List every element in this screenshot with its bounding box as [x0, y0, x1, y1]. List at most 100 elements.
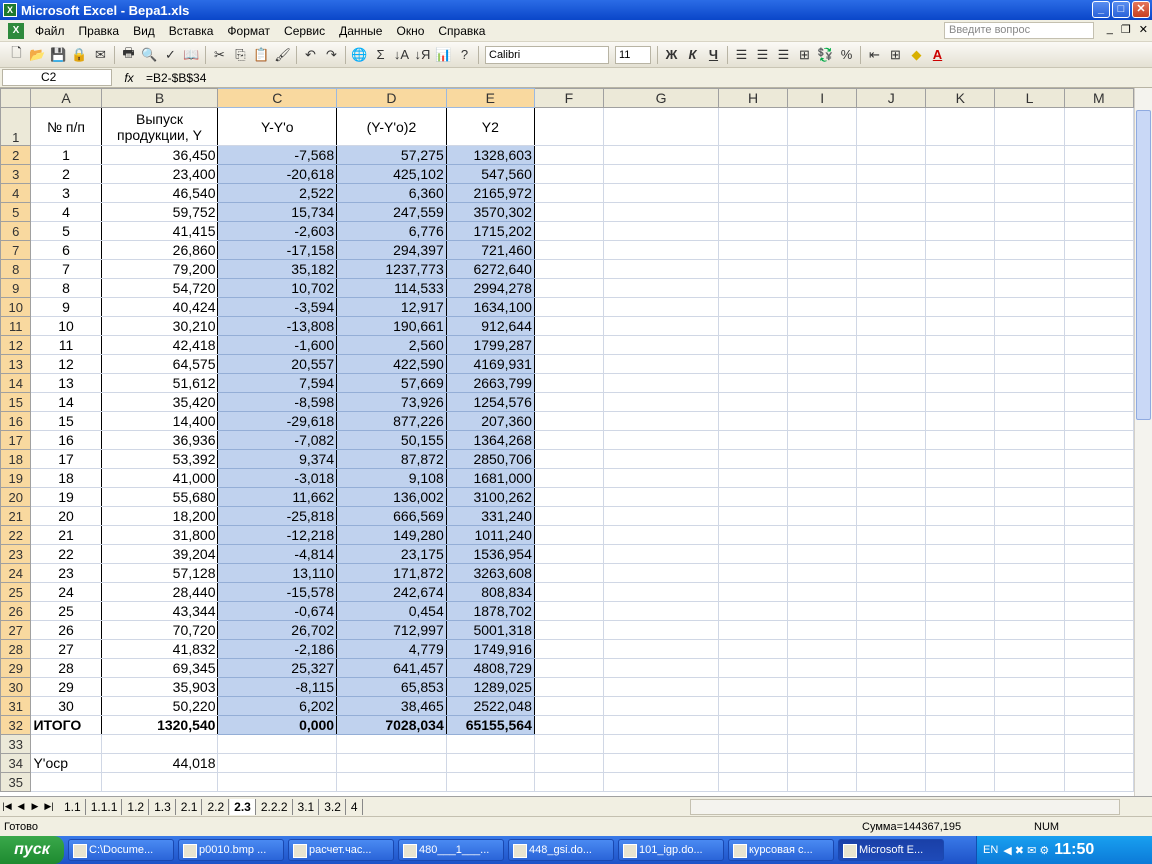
y-squared-cell[interactable]: 2522,048 [445, 696, 535, 716]
cell[interactable] [533, 772, 605, 792]
cell[interactable] [856, 506, 927, 526]
deviation-cell[interactable]: -13,808 [217, 316, 338, 336]
cell[interactable] [603, 734, 719, 754]
cell[interactable] [925, 430, 996, 450]
column-header[interactable]: G [603, 88, 719, 108]
cell[interactable] [856, 753, 927, 773]
cell[interactable] [994, 639, 1065, 659]
cell[interactable] [1063, 696, 1134, 716]
squared-deviation-cell[interactable]: 666,569 [336, 506, 447, 526]
cell[interactable] [994, 107, 1065, 146]
cell[interactable] [787, 449, 858, 469]
cell[interactable] [994, 525, 1065, 545]
cell[interactable] [1063, 544, 1134, 564]
number-cell[interactable]: 15 [30, 411, 102, 431]
spelling-icon[interactable]: ✓ [160, 45, 181, 65]
cell[interactable] [603, 392, 719, 412]
cell[interactable] [1063, 753, 1134, 773]
cell[interactable] [787, 734, 858, 754]
y-squared-cell[interactable]: 207,360 [445, 411, 535, 431]
cell[interactable] [1063, 715, 1134, 735]
row-header[interactable]: 4 [0, 183, 32, 203]
decrease-indent-icon[interactable]: ⇤ [864, 45, 885, 65]
cell[interactable] [1063, 373, 1134, 393]
cell[interactable] [856, 145, 927, 165]
next-sheet-icon[interactable]: ▶ [28, 801, 42, 812]
cell[interactable] [533, 145, 605, 165]
header-cell-y-squared[interactable]: Y2 [445, 107, 535, 146]
cell[interactable] [856, 544, 927, 564]
cell[interactable] [717, 411, 789, 431]
total-squared-deviation-cell[interactable]: 7028,034 [336, 715, 447, 735]
y-squared-cell[interactable]: 3100,262 [445, 487, 535, 507]
permission-icon[interactable]: 🔒 [69, 45, 90, 65]
y-squared-cell[interactable]: 1254,576 [445, 392, 535, 412]
cell[interactable] [925, 601, 996, 621]
cell[interactable] [533, 297, 605, 317]
average-value-cell[interactable]: 44,018 [100, 753, 219, 773]
clock[interactable]: 11:50 [1054, 841, 1094, 859]
cell[interactable] [717, 449, 789, 469]
cell[interactable] [994, 221, 1065, 241]
menu-file[interactable]: Файл [28, 24, 72, 38]
cell[interactable] [1063, 772, 1134, 792]
number-cell[interactable]: 8 [30, 278, 102, 298]
cell[interactable] [787, 411, 858, 431]
cell[interactable] [925, 658, 996, 678]
cell[interactable] [1063, 449, 1134, 469]
squared-deviation-cell[interactable]: 247,559 [336, 202, 447, 222]
cell[interactable] [994, 677, 1065, 697]
cell[interactable] [994, 411, 1065, 431]
cell[interactable] [925, 563, 996, 583]
italic-button[interactable]: К [682, 45, 703, 65]
cell[interactable] [603, 202, 719, 222]
cell[interactable] [603, 278, 719, 298]
sort-ascending-icon[interactable]: ↓A [391, 45, 412, 65]
cell[interactable] [994, 506, 1065, 526]
taskbar-button[interactable]: Microsoft E... [838, 839, 944, 861]
cell[interactable] [787, 753, 858, 773]
cell[interactable] [1063, 183, 1134, 203]
output-cell[interactable]: 59,752 [100, 202, 219, 222]
deviation-cell[interactable]: 11,662 [217, 487, 338, 507]
y-squared-cell[interactable]: 2994,278 [445, 278, 535, 298]
format-painter-icon[interactable]: 🖌 [272, 45, 293, 65]
sheet-tab[interactable]: 3.2 [320, 798, 346, 815]
currency-icon[interactable]: 💱 [815, 45, 836, 65]
column-header[interactable]: H [717, 88, 789, 108]
copy-icon[interactable]: ⎘ [230, 45, 251, 65]
cell[interactable] [994, 696, 1065, 716]
output-cell[interactable]: 39,204 [100, 544, 219, 564]
squared-deviation-cell[interactable]: 57,669 [336, 373, 447, 393]
deviation-cell[interactable]: -4,814 [217, 544, 338, 564]
bold-button[interactable]: Ж [661, 45, 682, 65]
cell[interactable] [1063, 639, 1134, 659]
cell[interactable] [787, 677, 858, 697]
print-icon[interactable]: 🖶 [118, 45, 139, 65]
number-cell[interactable]: 24 [30, 582, 102, 602]
row-header[interactable]: 25 [0, 582, 32, 602]
cell[interactable] [925, 487, 996, 507]
header-cell-number[interactable]: № п/п [30, 107, 102, 146]
cell[interactable] [925, 411, 996, 431]
cell[interactable] [856, 221, 927, 241]
workbook-restore-icon[interactable]: ❐ [1121, 23, 1131, 36]
cell[interactable] [603, 601, 719, 621]
sort-descending-icon[interactable]: ↓Я [412, 45, 433, 65]
cell[interactable] [856, 411, 927, 431]
y-squared-cell[interactable]: 1681,000 [445, 468, 535, 488]
cell[interactable] [1063, 354, 1134, 374]
cell[interactable] [603, 696, 719, 716]
cell[interactable] [787, 164, 858, 184]
row-header[interactable]: 14 [0, 373, 32, 393]
row-header[interactable]: 17 [0, 430, 32, 450]
number-cell[interactable]: 9 [30, 297, 102, 317]
row-header[interactable]: 24 [0, 563, 32, 583]
number-cell[interactable]: 19 [30, 487, 102, 507]
cell[interactable] [787, 506, 858, 526]
number-cell[interactable]: 13 [30, 373, 102, 393]
cell[interactable] [925, 715, 996, 735]
taskbar-button[interactable]: 101_igp.do... [618, 839, 724, 861]
squared-deviation-cell[interactable]: 4,779 [336, 639, 447, 659]
deviation-cell[interactable]: -12,218 [217, 525, 338, 545]
